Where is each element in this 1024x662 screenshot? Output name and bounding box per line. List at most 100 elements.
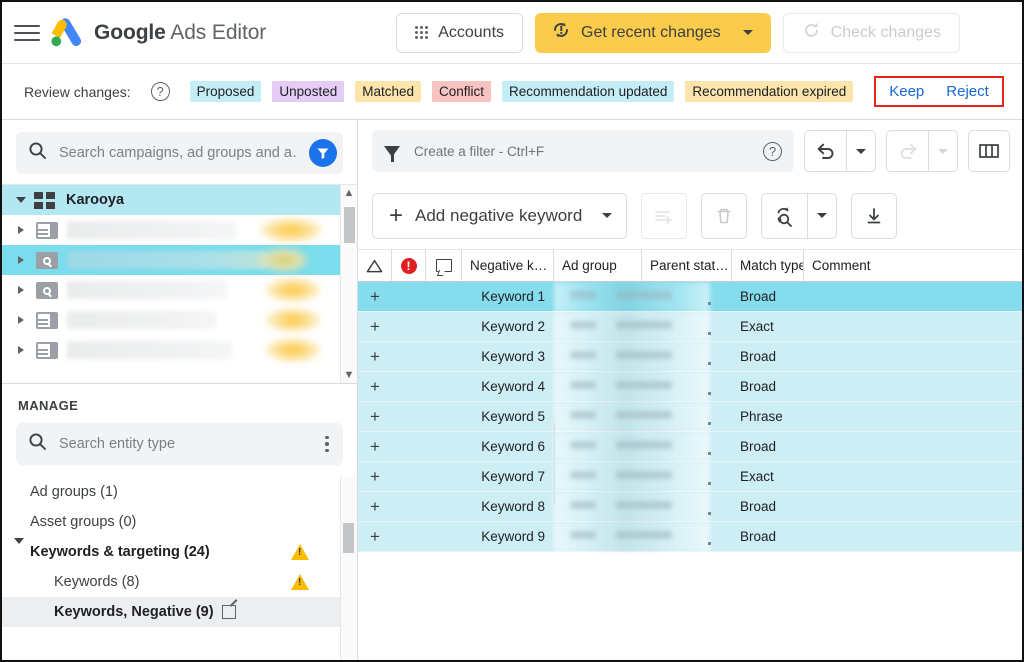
redo-dropdown[interactable]	[928, 130, 958, 172]
redo-button[interactable]	[886, 130, 928, 172]
table-row[interactable]: + Keyword 9 Broad	[358, 522, 1022, 552]
accounts-button[interactable]: Accounts	[396, 12, 524, 53]
main-panel: Create a filter - Ctrl+F ? + Add negativ…	[358, 120, 1022, 660]
tree-toggle[interactable]	[12, 316, 30, 324]
row-negative-keyword: Keyword 6	[481, 439, 545, 454]
get-recent-changes-dropdown[interactable]	[731, 13, 765, 53]
status-chip-proposed[interactable]: Proposed	[189, 81, 262, 102]
export-button[interactable]	[851, 192, 898, 239]
status-chip-recommendation-expired[interactable]: Recommendation expired	[685, 81, 854, 102]
scroll-up-icon[interactable]: ▲	[344, 185, 355, 201]
keep-button[interactable]: Keep	[889, 83, 924, 100]
status-chip-conflict[interactable]: Conflict	[432, 81, 492, 102]
help-circle-icon[interactable]: ?	[763, 141, 782, 161]
row-ad-group	[554, 432, 642, 461]
hamburger-icon[interactable]	[14, 20, 40, 46]
help-circle-icon[interactable]: ?	[150, 82, 170, 101]
undo-button[interactable]	[804, 130, 846, 172]
tree-toggle[interactable]	[12, 197, 30, 203]
tree-toggle[interactable]	[12, 226, 30, 234]
entity-row-keywords[interactable]: Keywords (8)	[2, 567, 357, 597]
undo-dropdown[interactable]	[846, 130, 876, 172]
entity-label: Asset groups (0)	[30, 514, 137, 530]
left-panel: Karooya	[2, 120, 358, 660]
tree-toggle[interactable]	[12, 346, 30, 354]
reject-button[interactable]: Reject	[946, 83, 989, 100]
table-row[interactable]: + Keyword 6 Broad	[358, 432, 1022, 462]
tree-toggle[interactable]	[12, 286, 30, 294]
table-row[interactable]: + Keyword 8 Broad	[358, 492, 1022, 522]
find-replace-button[interactable]	[761, 192, 808, 239]
tree-row[interactable]	[2, 215, 357, 245]
entity-label: Keywords & targeting (24)	[30, 544, 210, 560]
chevron-down-icon[interactable]	[14, 538, 24, 560]
keep-reject-group: Keep Reject	[874, 76, 1004, 107]
table-row[interactable]: + Keyword 4 Broad	[358, 372, 1022, 402]
create-filter-input[interactable]: Create a filter - Ctrl+F ?	[372, 130, 794, 172]
redacted-dot	[708, 332, 711, 335]
column-header-negative-keyword[interactable]: Negative k…	[462, 250, 554, 281]
entity-search-input[interactable]	[59, 436, 305, 452]
column-header-changes[interactable]	[358, 250, 392, 281]
entity-row-asset-groups[interactable]: Asset groups (0)	[2, 507, 357, 537]
filter-funnel-icon[interactable]	[309, 139, 337, 167]
search-input[interactable]	[59, 145, 297, 161]
row-comment	[804, 312, 1022, 341]
refresh-icon	[802, 21, 821, 45]
table-row[interactable]: + Keyword 2 Exact	[358, 312, 1022, 342]
check-changes-button[interactable]: Check changes	[782, 12, 960, 53]
entity-row-keywords-targeting[interactable]: Keywords & targeting (24)	[2, 537, 357, 567]
row-match-type: Broad	[740, 379, 777, 394]
table-row[interactable]: + Keyword 3 Broad	[358, 342, 1022, 372]
row-error-cell	[392, 492, 426, 521]
warning-icon	[291, 574, 309, 590]
entity-row-keywords-negative[interactable]: Keywords, Negative (9)	[2, 597, 357, 627]
column-header-comments[interactable]	[426, 250, 462, 281]
kebab-menu-icon[interactable]	[317, 435, 337, 453]
get-recent-changes-button[interactable]: Get recent changes	[535, 12, 771, 53]
column-header-errors[interactable]: !	[392, 250, 426, 281]
column-header-ad-group[interactable]: Ad group	[554, 250, 642, 281]
comment-bubble-icon	[435, 259, 452, 272]
tree-row-account[interactable]: Karooya	[2, 185, 357, 215]
row-parent-status	[642, 462, 732, 491]
tree-row[interactable]	[2, 275, 357, 305]
row-change-marker: +	[370, 466, 380, 486]
scroll-down-icon[interactable]: ▼	[344, 367, 355, 383]
table-row[interactable]: + Keyword 1 Broad	[358, 282, 1022, 312]
entity-scrollbar[interactable]	[340, 477, 357, 660]
campaign-search-box[interactable]	[16, 132, 343, 174]
scrollbar-thumb[interactable]	[343, 207, 355, 243]
open-in-new-icon[interactable]	[221, 605, 236, 619]
redacted-campaign-name	[67, 341, 232, 359]
status-chip-recommendation-updated[interactable]: Recommendation updated	[502, 81, 675, 102]
tree-scrollbar[interactable]: ▲ ▼	[340, 185, 357, 383]
search-icon	[28, 141, 47, 165]
status-chip-unposted[interactable]: Unposted	[272, 81, 345, 102]
chevron-down-icon[interactable]	[602, 213, 613, 218]
campaign-tree[interactable]: Karooya ▲ ▼	[2, 184, 357, 384]
find-replace-dropdown[interactable]	[807, 192, 838, 239]
tree-row[interactable]	[2, 305, 357, 335]
column-header-comment[interactable]: Comment	[804, 250, 1022, 281]
entity-row-ad-groups[interactable]: Ad groups (1)	[2, 477, 357, 507]
column-header-match-type[interactable]: Match type	[732, 250, 804, 281]
tree-toggle[interactable]	[12, 256, 30, 264]
columns-button[interactable]	[968, 130, 1010, 172]
filter-funnel-icon	[384, 145, 400, 162]
row-negative-keyword: Keyword 2	[481, 319, 545, 334]
scrollbar-thumb[interactable]	[343, 523, 354, 553]
add-negative-keyword-button[interactable]: + Add negative keyword	[372, 192, 628, 239]
status-chip-matched[interactable]: Matched	[355, 81, 421, 102]
table-row[interactable]: + Keyword 5 Phrase	[358, 402, 1022, 432]
make-multiple-changes-button[interactable]	[641, 192, 688, 239]
entity-search-box[interactable]	[16, 423, 343, 465]
tree-row-selected[interactable]	[2, 245, 357, 275]
column-header-parent-status[interactable]: Parent stat…	[642, 250, 732, 281]
error-circle-icon: !	[400, 257, 417, 274]
action-bar: + Add negative keyword	[358, 182, 1022, 250]
table-row[interactable]: + Keyword 7 Exact	[358, 462, 1022, 492]
tree-row[interactable]	[2, 335, 357, 365]
redacted-status-marker	[264, 277, 322, 303]
delete-button[interactable]	[701, 192, 748, 239]
